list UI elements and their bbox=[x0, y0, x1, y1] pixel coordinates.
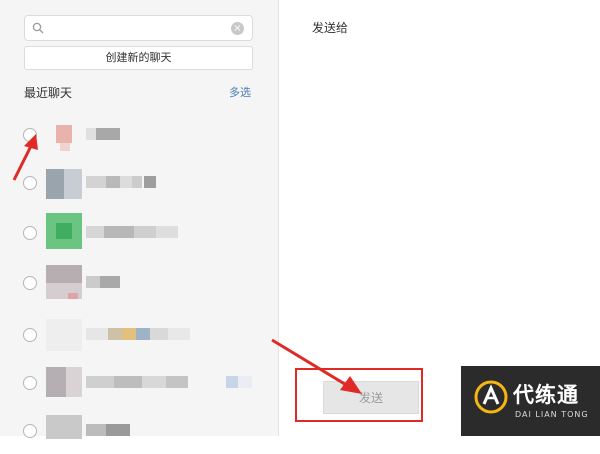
multi-select-link[interactable]: 多选 bbox=[229, 84, 251, 100]
contact-item[interactable] bbox=[0, 260, 278, 306]
send-button[interactable]: 发送 bbox=[323, 381, 419, 414]
contact-name bbox=[86, 424, 130, 436]
select-radio[interactable] bbox=[23, 276, 37, 290]
contact-item[interactable] bbox=[0, 312, 278, 358]
avatar bbox=[46, 115, 82, 151]
contact-name bbox=[86, 276, 120, 288]
select-radio[interactable] bbox=[23, 328, 37, 342]
recent-chats-heading: 最近聊天 bbox=[24, 86, 73, 100]
contact-item[interactable] bbox=[0, 408, 278, 454]
search-box[interactable]: × bbox=[24, 15, 253, 41]
clear-icon[interactable]: × bbox=[231, 22, 244, 35]
recent-chat-list bbox=[0, 108, 278, 439]
contact-item[interactable] bbox=[0, 210, 278, 256]
select-radio[interactable] bbox=[23, 128, 37, 142]
contact-name bbox=[86, 176, 156, 188]
contact-name bbox=[86, 376, 256, 388]
create-new-chat-button[interactable]: 创建新的聊天 bbox=[24, 46, 253, 70]
avatar bbox=[46, 315, 82, 351]
search-input[interactable] bbox=[49, 19, 233, 39]
avatar bbox=[46, 263, 82, 299]
contact-item[interactable] bbox=[0, 160, 278, 206]
select-radio[interactable] bbox=[23, 176, 37, 190]
watermark-title: 代练通 bbox=[513, 383, 579, 407]
contact-name bbox=[86, 128, 120, 140]
chat-picker-sidebar: × 创建新的聊天 最近聊天 多选 bbox=[0, 0, 279, 439]
search-icon bbox=[32, 22, 44, 34]
contact-item[interactable] bbox=[0, 360, 278, 406]
watermark-subtitle: DAI LIAN TONG bbox=[515, 410, 589, 419]
contact-name bbox=[86, 226, 178, 238]
avatar bbox=[46, 163, 82, 199]
avatar bbox=[46, 213, 82, 249]
send-to-label: 发送给 bbox=[312, 21, 349, 35]
select-radio[interactable] bbox=[23, 376, 37, 390]
select-radio[interactable] bbox=[23, 226, 37, 240]
avatar bbox=[46, 411, 82, 447]
watermark-banner: 代练通 DAI LIAN TONG bbox=[461, 366, 600, 436]
contact-item[interactable] bbox=[0, 112, 278, 158]
contact-name bbox=[86, 328, 190, 340]
avatar bbox=[46, 363, 82, 399]
logo-icon bbox=[474, 380, 508, 414]
